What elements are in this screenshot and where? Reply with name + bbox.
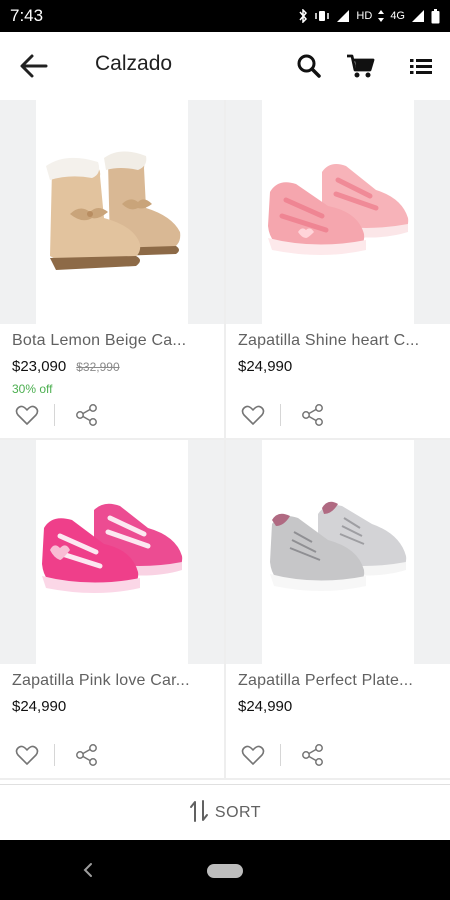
sort-button[interactable]: SORT bbox=[0, 784, 450, 840]
signal-icon bbox=[411, 9, 425, 23]
product-name[interactable]: Zapatilla Shine heart C... bbox=[238, 332, 443, 350]
page-title: Calzado bbox=[95, 52, 173, 75]
status-time: 7:43 bbox=[10, 6, 44, 25]
system-nav-bar bbox=[0, 840, 450, 900]
share-icon[interactable] bbox=[300, 402, 326, 428]
heart-icon[interactable] bbox=[240, 742, 266, 768]
divider bbox=[280, 404, 281, 426]
product-card[interactable]: Zapatilla Shine heart C... $24,990 bbox=[226, 100, 450, 438]
product-name[interactable]: Bota Lemon Beige Ca... bbox=[12, 332, 217, 350]
share-icon[interactable] bbox=[300, 742, 326, 768]
product-price: $24,990 bbox=[12, 698, 67, 715]
card-actions bbox=[0, 398, 224, 434]
divider bbox=[54, 744, 55, 766]
search-icon[interactable] bbox=[294, 52, 324, 80]
network-type: 4G bbox=[390, 10, 405, 22]
product-card[interactable]: Zapatilla Perfect Plate... $24,990 bbox=[226, 440, 450, 778]
bluetooth-icon bbox=[298, 9, 308, 23]
status-icons: HD 4G bbox=[298, 8, 440, 24]
cart-icon[interactable] bbox=[346, 52, 376, 80]
list-view-icon[interactable] bbox=[406, 52, 436, 80]
share-icon[interactable] bbox=[74, 402, 100, 428]
price-row: $23,090 $32,990 bbox=[12, 358, 120, 375]
product-price: $24,990 bbox=[238, 358, 293, 375]
product-name[interactable]: Zapatilla Perfect Plate... bbox=[238, 672, 443, 690]
nav-back-icon[interactable] bbox=[80, 858, 96, 882]
divider bbox=[280, 744, 281, 766]
pink-sneaker-image[interactable] bbox=[226, 100, 450, 324]
vibrate-icon bbox=[314, 10, 330, 22]
price-row: $24,990 bbox=[238, 698, 292, 715]
product-grid: Bota Lemon Beige Ca... $23,090 $32,990 3… bbox=[0, 100, 450, 780]
status-bar: 7:43 HD 4G bbox=[0, 0, 450, 32]
network-label: HD bbox=[356, 10, 373, 22]
back-arrow-icon[interactable] bbox=[18, 52, 50, 80]
heart-icon[interactable] bbox=[14, 742, 40, 768]
app-bar: Calzado bbox=[0, 32, 450, 100]
card-actions bbox=[226, 738, 450, 774]
beige-boot-image[interactable] bbox=[0, 100, 224, 324]
product-price: $23,090 bbox=[12, 358, 67, 375]
discount-label: 30% off bbox=[12, 382, 53, 396]
share-icon[interactable] bbox=[74, 742, 100, 768]
product-card[interactable]: Zapatilla Pink love Car... $24,990 bbox=[0, 440, 224, 778]
signal-icon bbox=[336, 9, 350, 23]
product-card[interactable]: Bota Lemon Beige Ca... $23,090 $32,990 3… bbox=[0, 100, 224, 438]
silver-sneaker-image[interactable] bbox=[226, 440, 450, 664]
nav-home-pill-icon[interactable] bbox=[207, 864, 243, 878]
product-old-price: $32,990 bbox=[76, 360, 120, 374]
heart-icon[interactable] bbox=[14, 402, 40, 428]
product-price: $24,990 bbox=[238, 698, 293, 715]
sort-label: SORT bbox=[214, 803, 262, 821]
price-row: $24,990 bbox=[238, 358, 292, 375]
hot-pink-sneaker-image[interactable] bbox=[0, 440, 224, 664]
heart-icon[interactable] bbox=[240, 402, 266, 428]
battery-icon bbox=[431, 8, 440, 24]
network-arrows-icon bbox=[378, 10, 385, 22]
card-actions bbox=[0, 738, 224, 774]
sort-arrows-icon bbox=[189, 799, 209, 827]
card-actions bbox=[226, 398, 450, 434]
price-row: $24,990 bbox=[12, 698, 66, 715]
divider bbox=[54, 404, 55, 426]
product-name[interactable]: Zapatilla Pink love Car... bbox=[12, 672, 217, 690]
